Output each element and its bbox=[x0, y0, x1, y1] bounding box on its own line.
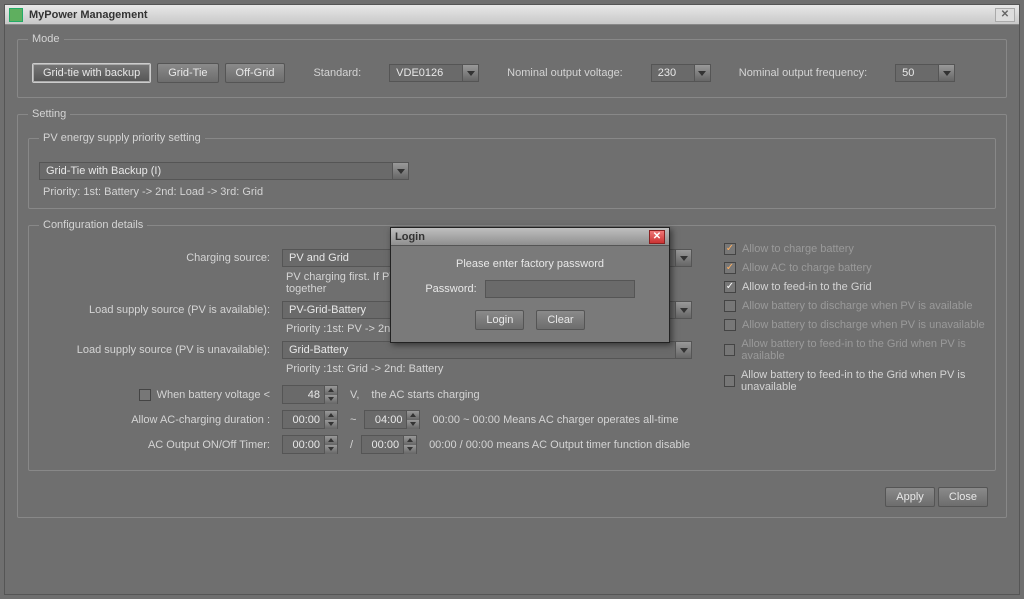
mode-offgrid-button[interactable]: Off-Grid bbox=[225, 63, 286, 83]
window-title: MyPower Management bbox=[29, 9, 148, 21]
login-dialog-titlebar: Login ✕ bbox=[391, 228, 669, 246]
chevron-down-icon bbox=[694, 65, 710, 81]
spinner-up-icon[interactable] bbox=[325, 386, 337, 395]
spinner-down-icon[interactable] bbox=[407, 420, 419, 429]
chevron-down-icon bbox=[675, 342, 691, 358]
apply-button[interactable]: Apply bbox=[885, 487, 935, 507]
allow-charge-battery-checkbox[interactable]: Allow to charge battery bbox=[724, 243, 995, 255]
allow-batt-feed-nopv-checkbox[interactable]: Allow battery to feed-in to the Grid whe… bbox=[724, 369, 995, 393]
chevron-down-icon bbox=[392, 163, 408, 179]
ac-output-hint: 00:00 / 00:00 means AC Output timer func… bbox=[429, 439, 690, 451]
chevron-down-icon bbox=[938, 65, 954, 81]
ac-output-from-spinner[interactable]: 00:00 bbox=[282, 435, 338, 454]
spinner-down-icon[interactable] bbox=[325, 420, 337, 429]
spinner-up-icon[interactable] bbox=[407, 411, 419, 420]
login-button[interactable]: Login bbox=[475, 310, 524, 330]
spinner-up-icon[interactable] bbox=[404, 436, 416, 445]
voltage-select[interactable]: 230 bbox=[651, 64, 711, 82]
mode-group: Mode Grid-tie with backup Grid-Tie Off-G… bbox=[17, 33, 1007, 98]
login-message: Please enter factory password bbox=[403, 258, 657, 270]
battery-voltage-spinner[interactable]: 48 bbox=[282, 385, 338, 404]
ac-output-label: AC Output ON/Off Timer: bbox=[39, 439, 274, 451]
spinner-up-icon[interactable] bbox=[325, 411, 337, 420]
spinner-down-icon[interactable] bbox=[404, 445, 416, 454]
load-nopv-select[interactable]: Grid-Battery bbox=[282, 341, 692, 359]
battery-voltage-label: When battery voltage < bbox=[157, 389, 270, 401]
login-dialog-title: Login bbox=[395, 231, 425, 243]
charging-source-label: Charging source: bbox=[39, 252, 274, 264]
load-nopv-label: Load supply source (PV is unavailable): bbox=[39, 344, 274, 356]
chevron-down-icon bbox=[675, 250, 691, 266]
password-input[interactable] bbox=[485, 280, 635, 298]
pv-priority-legend: PV energy supply priority setting bbox=[39, 132, 205, 144]
standard-label: Standard: bbox=[313, 67, 361, 79]
pv-priority-text: Priority: 1st: Battery -> 2nd: Load -> 3… bbox=[43, 186, 985, 198]
ac-duration-label: Allow AC-charging duration : bbox=[39, 414, 274, 426]
load-pv-label: Load supply source (PV is available): bbox=[39, 304, 274, 316]
setting-legend: Setting bbox=[28, 108, 70, 120]
allow-batt-discharge-nopv-checkbox[interactable]: Allow battery to discharge when PV is un… bbox=[724, 319, 995, 331]
login-dialog-close-button[interactable]: ✕ bbox=[649, 230, 665, 244]
pv-profile-select[interactable]: Grid-Tie with Backup (I) bbox=[39, 162, 409, 180]
pv-priority-group: PV energy supply priority setting Grid-T… bbox=[28, 132, 996, 209]
ac-duration-to-spinner[interactable]: 04:00 bbox=[364, 410, 420, 429]
mode-legend: Mode bbox=[28, 33, 64, 45]
password-label: Password: bbox=[425, 283, 476, 295]
spinner-down-icon[interactable] bbox=[325, 395, 337, 404]
ac-output-to-spinner[interactable]: 00:00 bbox=[361, 435, 417, 454]
mode-gridtie-button[interactable]: Grid-Tie bbox=[157, 63, 218, 83]
standard-select[interactable]: VDE0126 bbox=[389, 64, 479, 82]
spinner-down-icon[interactable] bbox=[325, 445, 337, 454]
allow-batt-feed-pv-checkbox[interactable]: Allow battery to feed-in to the Grid whe… bbox=[724, 338, 995, 362]
ac-duration-hint: 00:00 ~ 00:00 Means AC charger operates … bbox=[432, 414, 678, 426]
frequency-label: Nominal output frequency: bbox=[739, 67, 867, 79]
login-dialog: Login ✕ Please enter factory password Pa… bbox=[390, 227, 670, 343]
app-icon bbox=[9, 8, 23, 22]
voltage-label: Nominal output voltage: bbox=[507, 67, 623, 79]
config-details-legend: Configuration details bbox=[39, 219, 147, 231]
allow-batt-discharge-pv-checkbox[interactable]: Allow battery to discharge when PV is av… bbox=[724, 300, 995, 312]
battery-voltage-checkbox[interactable] bbox=[139, 389, 151, 401]
load-nopv-hint: Priority :1st: Grid -> 2nd: Battery bbox=[286, 363, 704, 375]
close-button[interactable]: Close bbox=[938, 487, 988, 507]
spinner-up-icon[interactable] bbox=[325, 436, 337, 445]
titlebar: MyPower Management ✕ bbox=[5, 5, 1019, 25]
window-close-button[interactable]: ✕ bbox=[995, 8, 1015, 22]
frequency-select[interactable]: 50 bbox=[895, 64, 955, 82]
allow-feed-in-checkbox[interactable]: Allow to feed-in to the Grid bbox=[724, 281, 995, 293]
ac-duration-from-spinner[interactable]: 00:00 bbox=[282, 410, 338, 429]
clear-button[interactable]: Clear bbox=[536, 310, 584, 330]
allow-ac-charge-battery-checkbox[interactable]: Allow AC to charge battery bbox=[724, 262, 995, 274]
chevron-down-icon bbox=[462, 65, 478, 81]
chevron-down-icon bbox=[675, 302, 691, 318]
footer-buttons: Apply Close bbox=[28, 481, 996, 507]
mode-gridtie-backup-button[interactable]: Grid-tie with backup bbox=[32, 63, 151, 83]
